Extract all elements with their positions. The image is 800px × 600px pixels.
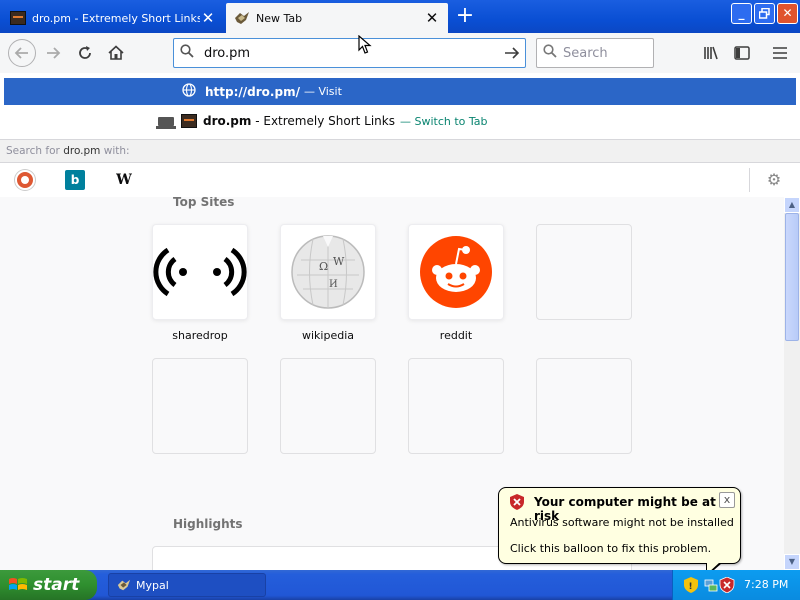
menu-button[interactable] <box>768 41 792 65</box>
home-icon <box>108 45 124 60</box>
mypal-favicon-icon <box>235 12 249 24</box>
top-site-empty <box>280 358 376 454</box>
globe-icon <box>182 82 200 101</box>
search-bar[interactable]: Search <box>536 38 654 68</box>
autocomplete-visit-row[interactable]: http://dro.pm/ — Visit <box>4 78 796 105</box>
engine-divider <box>749 168 750 192</box>
scroll-down-button[interactable]: ▼ <box>784 554 800 570</box>
close-window-button[interactable]: ✕ <box>777 3 798 24</box>
minimize-button[interactable]: _ <box>731 3 752 24</box>
dro-favicon-icon <box>181 114 197 128</box>
start-label: start <box>33 575 80 595</box>
taskbar-item-mypal[interactable]: Mypal <box>108 573 266 597</box>
top-site-sharedrop[interactable] <box>152 224 248 320</box>
sidebar-button[interactable] <box>730 41 754 65</box>
forward-arrow-icon <box>47 47 61 59</box>
top-site-label[interactable]: wikipedia <box>280 329 376 342</box>
highlights-heading[interactable]: Highlights <box>173 517 243 531</box>
tab-dro-pm[interactable]: dro.pm - Extremely Short Links ✕ <box>2 3 224 33</box>
top-site-empty <box>536 358 632 454</box>
tab-label: New Tab <box>256 11 303 25</box>
mypal-app-icon <box>117 579 131 591</box>
shield-warning-icon[interactable] <box>719 577 735 593</box>
balloon-message: Antivirus software might not be installe… <box>510 516 734 529</box>
balloon-close-button[interactable]: x <box>719 492 735 508</box>
search-for-label: Search for dro.pm with: <box>0 139 800 163</box>
network-icon[interactable] <box>703 577 719 593</box>
taskbar-item-label: Mypal <box>136 578 169 592</box>
url-bar[interactable]: dro.pm <box>173 38 526 68</box>
go-arrow-icon[interactable] <box>499 41 525 66</box>
wikipedia-engine-icon[interactable]: W <box>114 170 134 190</box>
restore-icon <box>758 7 770 19</box>
tab-new-tab[interactable]: New Tab ✕ <box>226 3 448 33</box>
nav-toolbar: dro.pm Search <box>0 33 800 73</box>
autocomplete-popup: http://dro.pm/ — Visit dro.pm - Extremel… <box>0 73 800 197</box>
top-sites-heading[interactable]: Top Sites <box>173 197 234 209</box>
tab-label: dro.pm - Extremely Short Links <box>32 11 200 25</box>
search-icon <box>537 44 563 62</box>
back-button[interactable] <box>8 39 36 67</box>
duckduckgo-engine-icon[interactable] <box>15 170 35 190</box>
library-icon <box>704 46 718 60</box>
vertical-scrollbar[interactable]: ▲ ▼ <box>784 197 800 570</box>
top-site-wikipedia[interactable]: Ω W И <box>280 224 376 320</box>
back-arrow-icon <box>14 47 28 59</box>
wikipedia-globe-icon: Ω W И <box>291 235 365 309</box>
top-site-reddit[interactable] <box>408 224 504 320</box>
clock[interactable]: 7:28 PM <box>744 578 788 591</box>
security-balloon[interactable]: Your computer might be at risk x Antivir… <box>498 487 741 564</box>
svg-text:W: W <box>333 255 345 268</box>
search-icon <box>174 44 200 62</box>
switch-tab-title: dro.pm - Extremely Short Links <box>203 114 395 128</box>
bing-engine-icon[interactable]: b <box>65 170 85 190</box>
gear-icon[interactable]: ⚙ <box>764 170 784 190</box>
scroll-up-button[interactable]: ▲ <box>784 197 800 213</box>
mouse-cursor-icon <box>358 35 372 54</box>
top-site-empty <box>152 358 248 454</box>
balloon-instruction: Click this balloon to fix this problem. <box>510 542 712 555</box>
new-tab-button[interactable]: + <box>452 4 478 30</box>
search-placeholder[interactable]: Search <box>563 46 608 61</box>
reddit-icon <box>420 236 492 308</box>
autocomplete-switch-tab-row[interactable]: dro.pm - Extremely Short Links — Switch … <box>0 109 800 133</box>
visit-action: — Visit <box>303 85 342 98</box>
title-bar: dro.pm - Extremely Short Links ✕ New Tab… <box>0 0 800 33</box>
shield-warning-icon <box>510 494 524 510</box>
top-site-empty <box>408 358 504 454</box>
library-button[interactable] <box>699 41 723 65</box>
dro-favicon-icon <box>10 11 26 25</box>
switch-tab-icon <box>156 116 176 129</box>
forward-button[interactable] <box>41 41 65 65</box>
maximize-button[interactable] <box>754 3 775 24</box>
svg-text:!: ! <box>689 582 693 592</box>
top-site-label[interactable]: reddit <box>408 329 504 342</box>
close-tab-icon[interactable]: ✕ <box>200 9 216 27</box>
svg-text:И: И <box>329 279 338 290</box>
start-button[interactable]: start <box>0 570 97 600</box>
sharedrop-icon <box>153 247 247 297</box>
search-engines-bar: b W ⚙ <box>0 163 800 197</box>
top-site-label[interactable]: sharedrop <box>152 329 248 342</box>
sidebar-icon <box>734 46 750 60</box>
windows-logo-icon <box>9 578 27 590</box>
reload-icon <box>79 46 91 59</box>
svg-text:Ω: Ω <box>319 260 328 273</box>
switch-tab-action: — Switch to Tab <box>399 114 488 128</box>
reload-button[interactable] <box>73 41 97 65</box>
taskbar: start Mypal ! 7:28 PM <box>0 570 800 600</box>
url-input[interactable]: dro.pm <box>200 46 499 61</box>
security-center-icon[interactable]: ! <box>683 577 699 593</box>
close-tab-icon[interactable]: ✕ <box>424 9 440 27</box>
top-site-empty <box>536 224 632 320</box>
hamburger-icon <box>773 47 787 59</box>
scroll-thumb[interactable] <box>785 213 799 341</box>
visit-url: http://dro.pm/ <box>205 84 300 99</box>
home-button[interactable] <box>104 41 128 65</box>
system-tray: ! 7:28 PM <box>672 570 800 600</box>
